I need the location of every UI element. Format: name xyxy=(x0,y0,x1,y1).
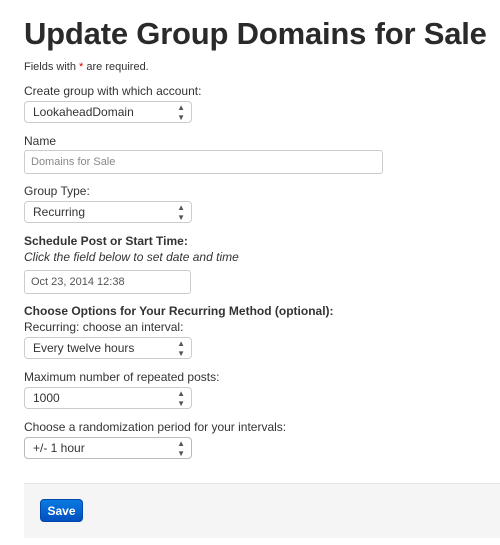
name-label: Name xyxy=(24,134,57,148)
name-value: Domains for Sale xyxy=(31,156,116,168)
required-note: Fields with * are required. xyxy=(24,61,149,73)
group-type-value: Recurring xyxy=(33,205,86,219)
save-button[interactable]: Save xyxy=(40,499,83,522)
interval-select[interactable]: Every twelve hours ▲ ▼ xyxy=(24,337,192,359)
account-label: Create group with which account: xyxy=(24,84,202,98)
select-arrows-icon: ▲ ▼ xyxy=(177,103,185,122)
select-arrows-icon: ▲ ▼ xyxy=(177,203,185,222)
page-title: Update Group Domains for Sale xyxy=(24,16,487,51)
select-arrows-icon: ▲ ▼ xyxy=(177,339,185,358)
select-arrows-icon: ▲ ▼ xyxy=(177,389,185,408)
randomization-select[interactable]: +/- 1 hour ▲ ▼ xyxy=(24,437,192,459)
account-value: LookaheadDomain xyxy=(33,105,134,119)
interval-value: Every twelve hours xyxy=(33,341,135,355)
group-type-label: Group Type: xyxy=(24,184,90,198)
recurring-heading: Choose Options for Your Recurring Method… xyxy=(24,304,334,318)
note-suffix: are required. xyxy=(83,61,149,73)
max-posts-value: 1000 xyxy=(33,391,60,405)
name-input[interactable]: Domains for Sale xyxy=(24,150,383,174)
schedule-label: Schedule Post or Start Time: xyxy=(24,234,188,248)
randomization-value: +/- 1 hour xyxy=(33,441,85,455)
schedule-input[interactable]: Oct 23, 2014 12:38 xyxy=(24,270,191,294)
note-prefix: Fields with xyxy=(24,61,80,73)
schedule-value: Oct 23, 2014 12:38 xyxy=(31,276,125,288)
select-arrows-icon: ▲ ▼ xyxy=(177,439,185,458)
group-type-select[interactable]: Recurring ▲ ▼ xyxy=(24,201,192,223)
account-select[interactable]: LookaheadDomain ▲ ▼ xyxy=(24,101,192,123)
form-actions: Save xyxy=(24,483,500,538)
randomization-label: Choose a randomization period for your i… xyxy=(24,420,287,434)
interval-label: Recurring: choose an interval: xyxy=(24,320,184,334)
schedule-hint: Click the field below to set date and ti… xyxy=(24,250,239,264)
max-posts-label: Maximum number of repeated posts: xyxy=(24,370,220,384)
max-posts-select[interactable]: 1000 ▲ ▼ xyxy=(24,387,192,409)
